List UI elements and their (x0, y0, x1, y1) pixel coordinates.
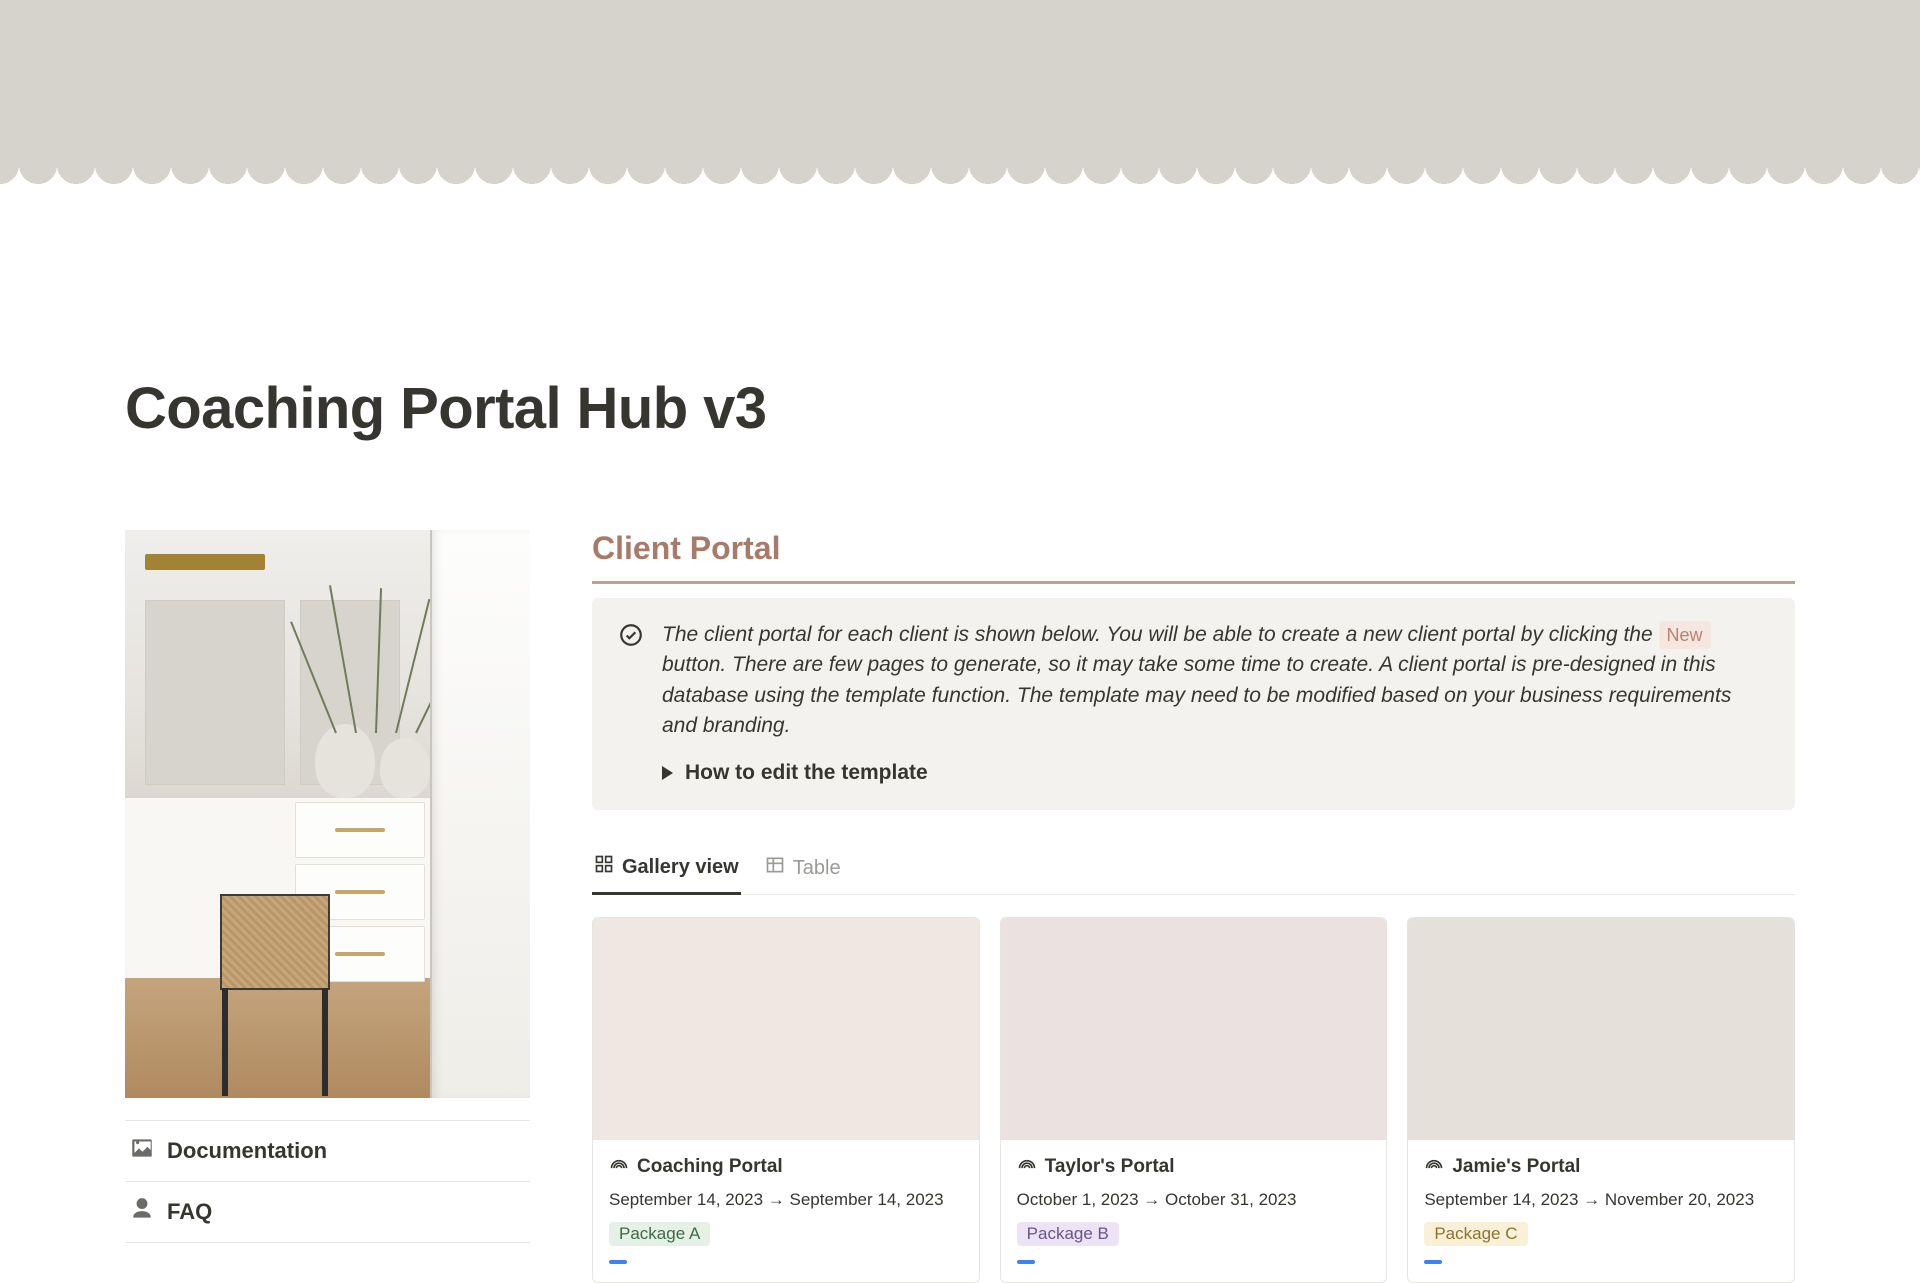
gallery-icon (594, 854, 614, 880)
toggle-label: How to edit the template (685, 758, 928, 788)
callout-text-pre: The client portal for each client is sho… (662, 623, 1659, 646)
card-dates: September 14, 2023 → November 20, 2023 (1424, 1190, 1778, 1210)
right-column: Client Portal The client portal for each… (592, 530, 1795, 1283)
tab-label: Table (793, 857, 841, 880)
left-column: Documentation FAQ (125, 530, 530, 1283)
package-tag: Package B (1017, 1222, 1119, 1246)
progress-indicator (1424, 1260, 1442, 1264)
sidebar-link-label: FAQ (167, 1199, 212, 1225)
callout: The client portal for each client is sho… (592, 598, 1795, 810)
new-tag: New (1659, 621, 1711, 649)
section-title: Client Portal (592, 530, 1795, 584)
tab-label: Gallery view (622, 856, 739, 879)
hero-image (125, 530, 530, 1098)
toggle-how-to-edit[interactable]: How to edit the template (662, 758, 1769, 788)
progress-indicator (609, 1260, 627, 1264)
package-tag: Package C (1424, 1222, 1527, 1246)
person-icon (129, 1196, 155, 1228)
sidebar-link-label: Documentation (167, 1138, 327, 1164)
rainbow-icon (1424, 1154, 1444, 1180)
table-icon (765, 855, 785, 881)
card-cover (1408, 918, 1794, 1140)
page-cover (0, 0, 1920, 190)
card-cover (1001, 918, 1387, 1140)
image-icon (129, 1135, 155, 1167)
gallery-card[interactable]: Taylor's Portal October 1, 2023 → Octobe… (1000, 917, 1388, 1283)
tab-gallery-view[interactable]: Gallery view (592, 844, 741, 895)
package-tag: Package A (609, 1222, 710, 1246)
callout-text-post: button. There are few pages to generate,… (662, 653, 1731, 737)
gallery-card[interactable]: Jamie's Portal September 14, 2023 → Nove… (1407, 917, 1795, 1283)
progress-indicator (1017, 1260, 1035, 1264)
view-tabs: Gallery view Table (592, 844, 1795, 895)
sidebar-link-documentation[interactable]: Documentation (125, 1120, 530, 1182)
check-circle-icon (618, 622, 644, 648)
card-title-text: Taylor's Portal (1045, 1156, 1175, 1178)
rainbow-icon (1017, 1154, 1037, 1180)
rainbow-icon (609, 1154, 629, 1180)
gallery: Coaching Portal September 14, 2023 → Sep… (592, 917, 1795, 1283)
card-cover (593, 918, 979, 1140)
card-dates: October 1, 2023 → October 31, 2023 (1017, 1190, 1371, 1210)
tab-table-view[interactable]: Table (763, 844, 843, 894)
gallery-card[interactable]: Coaching Portal September 14, 2023 → Sep… (592, 917, 980, 1283)
page-title: Coaching Portal Hub v3 (125, 375, 1795, 442)
card-dates: September 14, 2023 → September 14, 2023 (609, 1190, 963, 1210)
card-title-text: Jamie's Portal (1452, 1156, 1580, 1178)
card-title-text: Coaching Portal (637, 1156, 783, 1178)
sidebar-link-faq[interactable]: FAQ (125, 1182, 530, 1243)
triangle-right-icon (662, 766, 673, 780)
